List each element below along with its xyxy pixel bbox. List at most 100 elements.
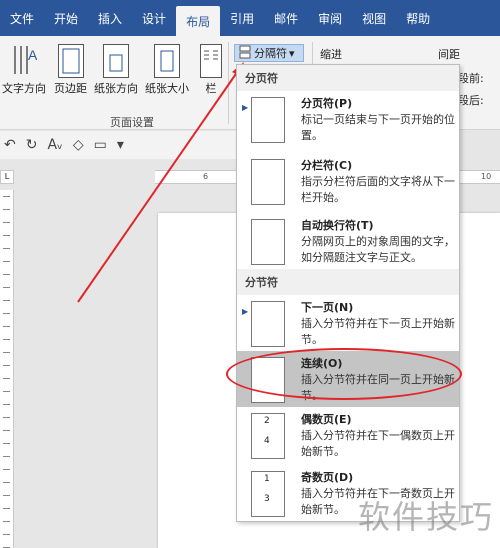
ruler-tick bbox=[3, 248, 10, 249]
tab-insert[interactable]: 插入 bbox=[88, 0, 132, 36]
text-direction-icon: A bbox=[11, 44, 38, 78]
svg-text:A: A bbox=[28, 47, 37, 63]
ruler-tick bbox=[3, 482, 10, 483]
tab-layout[interactable]: 布局 bbox=[176, 6, 221, 36]
breaks-label: 分隔符 bbox=[254, 47, 287, 60]
text-wrapping-icon bbox=[251, 219, 285, 265]
watermark: 软件技巧 bbox=[358, 498, 495, 536]
columns-icon bbox=[200, 44, 222, 78]
item-desc: 指示分栏符后面的文字将从下一栏开始。 bbox=[301, 175, 455, 204]
even-page-item[interactable]: 2 4 偶数页(E) 插入分节符并在下一偶数页上开始新节。 bbox=[237, 407, 459, 465]
tab-review[interactable]: 审阅 bbox=[308, 0, 352, 36]
ruler-tick bbox=[3, 196, 10, 197]
ruler-tick bbox=[3, 417, 10, 418]
orientation-label: 纸张方向 bbox=[94, 82, 138, 95]
spellcheck-icon[interactable]: Aᵥ bbox=[47, 137, 62, 153]
item-marker: ▶ bbox=[242, 103, 249, 112]
item-title: 分页符(P) bbox=[301, 97, 353, 110]
item-title: 下一页(N) bbox=[301, 301, 354, 314]
item-title: 自动换行符(T) bbox=[301, 219, 374, 232]
orientation-button[interactable]: 纸张方向 bbox=[94, 44, 138, 96]
ruler-tick bbox=[3, 404, 10, 405]
tab-view[interactable]: 视图 bbox=[352, 0, 396, 36]
size-button[interactable]: 纸张大小 bbox=[145, 44, 189, 96]
ruler-tick bbox=[3, 261, 10, 262]
textbox-icon[interactable]: ▭ bbox=[94, 137, 107, 153]
margins-button[interactable]: 页边距 bbox=[54, 44, 87, 96]
item-title: 分栏符(C) bbox=[301, 159, 353, 172]
text-direction-button[interactable]: A 文字方向 bbox=[2, 44, 46, 96]
margins-icon bbox=[57, 44, 84, 78]
ruler-tick bbox=[3, 469, 10, 470]
next-page-icon bbox=[251, 301, 285, 347]
ruler-tick bbox=[3, 534, 10, 535]
ruler-tick bbox=[3, 430, 10, 431]
quick-access-toolbar: ↶ ↻ Aᵥ ◇ ▭ ▾ bbox=[0, 131, 240, 159]
indent-label: 缩进 bbox=[320, 48, 342, 61]
ruler-tick bbox=[3, 300, 10, 301]
column-break-item[interactable]: 分栏符(C) 指示分栏符后面的文字将从下一栏开始。 bbox=[237, 153, 459, 213]
breaks-icon bbox=[238, 45, 252, 62]
ruler-tick bbox=[3, 391, 10, 392]
columns-label: 栏 bbox=[205, 82, 217, 95]
before-label: 段前: bbox=[458, 72, 484, 85]
ruler-corner[interactable]: L bbox=[0, 170, 14, 184]
item-desc: 标记一页结束与下一页开始的位置。 bbox=[301, 113, 455, 142]
ruler-tick bbox=[3, 313, 10, 314]
ruler-tick bbox=[3, 235, 10, 236]
vertical-ruler bbox=[0, 190, 14, 548]
page-break-item[interactable]: ▶ 分页符(P) 标记一页结束与下一页开始的位置。 bbox=[237, 91, 459, 153]
item-desc: 插入分节符并在下一页上开始新节。 bbox=[301, 317, 455, 346]
ruler-label: 10 bbox=[481, 172, 492, 181]
margins-label: 页边距 bbox=[54, 82, 87, 95]
tab-file[interactable]: 文件 bbox=[0, 0, 44, 36]
ruler-tick bbox=[3, 443, 10, 444]
tab-design[interactable]: 设计 bbox=[132, 0, 176, 36]
menu-bar: 文件 开始 插入 设计 布局 引用 邮件 审阅 视图 帮助 bbox=[0, 0, 500, 36]
tab-mailings[interactable]: 邮件 bbox=[264, 0, 308, 36]
item-desc: 插入分节符并在下一偶数页上开始新节。 bbox=[301, 429, 455, 458]
ruler-tick bbox=[3, 326, 10, 327]
size-icon bbox=[154, 44, 180, 78]
ruler-tick bbox=[3, 495, 10, 496]
next-page-item[interactable]: ▶ 下一页(N) 插入分节符并在下一页上开始新节。 bbox=[237, 295, 459, 351]
breaks-button[interactable]: 分隔符 ▾ bbox=[234, 44, 304, 62]
ruler-tick bbox=[3, 508, 10, 509]
item-title: 偶数页(E) bbox=[301, 413, 352, 426]
page-setup-group-label: 页面设置 bbox=[110, 116, 154, 129]
chevron-down-icon: ▾ bbox=[289, 46, 295, 60]
undo-icon[interactable]: ↶ bbox=[4, 137, 16, 153]
column-break-icon bbox=[251, 159, 285, 205]
ruler-label: 6 bbox=[203, 172, 209, 181]
annotation-circle bbox=[226, 348, 462, 400]
item-title: 奇数页(D) bbox=[301, 471, 354, 484]
tab-home[interactable]: 开始 bbox=[44, 0, 88, 36]
text-wrapping-item[interactable]: 自动换行符(T) 分隔网页上的对象周围的文字，如分隔题注文字与正文。 bbox=[237, 213, 459, 269]
page-breaks-header: 分页符 bbox=[237, 65, 459, 91]
orientation-icon bbox=[103, 44, 129, 78]
ruler-tick bbox=[3, 352, 10, 353]
spacing-label: 间距 bbox=[438, 48, 460, 61]
even-page-icon: 2 4 bbox=[251, 413, 285, 459]
ribbon-separator bbox=[228, 42, 229, 124]
item-marker: ▶ bbox=[242, 307, 249, 316]
breaks-dropdown: 分页符 ▶ 分页符(P) 标记一页结束与下一页开始的位置。 分栏符(C) 指示分… bbox=[236, 64, 460, 522]
ruler-tick bbox=[3, 274, 10, 275]
customize-icon[interactable]: ▾ bbox=[117, 137, 124, 153]
text-direction-label: 文字方向 bbox=[2, 82, 46, 95]
odd-page-icon: 1 3 bbox=[251, 471, 285, 517]
size-label: 纸张大小 bbox=[145, 82, 189, 95]
columns-button[interactable]: 栏 bbox=[200, 44, 222, 96]
ruler-tick bbox=[3, 339, 10, 340]
ruler-tick bbox=[3, 521, 10, 522]
shapes-icon[interactable]: ◇ bbox=[73, 137, 84, 153]
section-breaks-header: 分节符 bbox=[237, 269, 459, 295]
after-label: 段后: bbox=[458, 94, 484, 107]
ruler-tick bbox=[3, 365, 10, 366]
page-break-icon bbox=[251, 97, 285, 143]
ruler-tick bbox=[3, 287, 10, 288]
tab-help[interactable]: 帮助 bbox=[396, 0, 440, 36]
tab-references[interactable]: 引用 bbox=[220, 0, 264, 36]
redo-icon[interactable]: ↻ bbox=[26, 137, 38, 153]
ruler-tick bbox=[3, 456, 10, 457]
